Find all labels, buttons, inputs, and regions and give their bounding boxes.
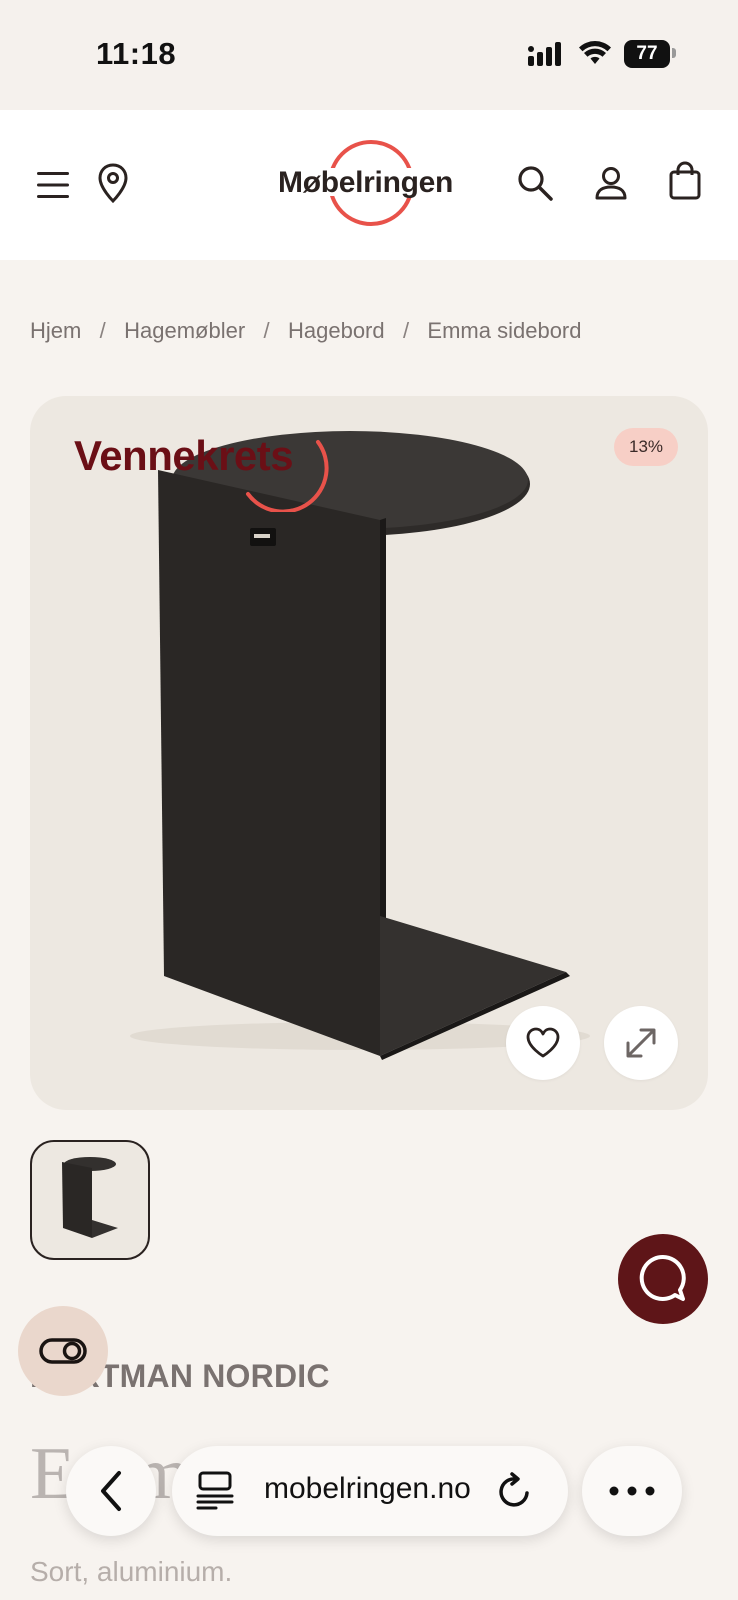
browser-more-button[interactable] [582, 1446, 682, 1536]
product-image [130, 431, 590, 1060]
accessibility-button[interactable] [18, 1306, 108, 1396]
wifi-icon [579, 41, 611, 64]
browser-address-bar[interactable]: mobelringen.no [172, 1446, 568, 1536]
vennekrets-arc-icon [246, 440, 329, 512]
status-time: 11:18 [96, 36, 177, 71]
chat-bubble-icon [639, 1254, 686, 1301]
breadcrumb-item-current: Emma sidebord [427, 318, 582, 343]
chevron-left-icon [101, 1471, 121, 1511]
breadcrumb-separator: / [81, 318, 125, 343]
toggle-icon [39, 1338, 87, 1364]
chat-button[interactable] [618, 1234, 708, 1324]
shopping-bag-icon [669, 161, 701, 200]
search-button[interactable] [510, 158, 560, 208]
heart-icon [526, 1027, 560, 1058]
location-pin-icon [98, 163, 128, 203]
cart-button[interactable] [660, 156, 710, 206]
menu-button[interactable] [28, 160, 78, 210]
hamburger-icon [37, 172, 69, 198]
status-bar: 11:18 77 [0, 0, 738, 110]
tab-overview-icon [196, 1471, 234, 1510]
expand-icon [626, 1028, 656, 1058]
breadcrumb-item-home[interactable]: Hjem [30, 318, 81, 344]
store-locator-button[interactable] [88, 158, 138, 208]
breadcrumb-item-hagemobler[interactable]: Hagemøbler [124, 318, 245, 344]
thumbnail-image [62, 1157, 118, 1238]
product-image-gallery[interactable] [30, 396, 708, 1110]
breadcrumb-separator: / [384, 318, 428, 343]
breadcrumb-item-hagebord[interactable]: Hagebord [288, 318, 385, 344]
discount-badge: 13% [614, 428, 678, 466]
browser-back-button[interactable] [66, 1446, 156, 1536]
battery-nub [672, 48, 676, 58]
search-icon [518, 166, 553, 201]
battery-indicator: 77 [624, 40, 670, 68]
cellular-signal-icon [528, 42, 561, 66]
product-thumbnail[interactable] [30, 1140, 150, 1260]
reload-icon[interactable] [494, 1471, 534, 1511]
logo-text: Møbelringen [278, 166, 454, 199]
breadcrumb-separator: / [245, 318, 288, 343]
favorite-button[interactable] [506, 1006, 580, 1080]
user-icon [595, 167, 627, 200]
site-header: Møbelringen [0, 110, 738, 260]
expand-image-button[interactable] [604, 1006, 678, 1080]
more-dots-icon [609, 1486, 655, 1496]
product-subtitle: Sort, aluminium. [30, 1556, 233, 1587]
breadcrumb: Hjem / Hagemøbler / Hagebord / Emma side… [30, 318, 582, 344]
site-logo[interactable]: Møbelringen [268, 136, 468, 236]
browser-url: mobelringen.no [264, 1472, 471, 1505]
account-button[interactable] [586, 158, 636, 208]
